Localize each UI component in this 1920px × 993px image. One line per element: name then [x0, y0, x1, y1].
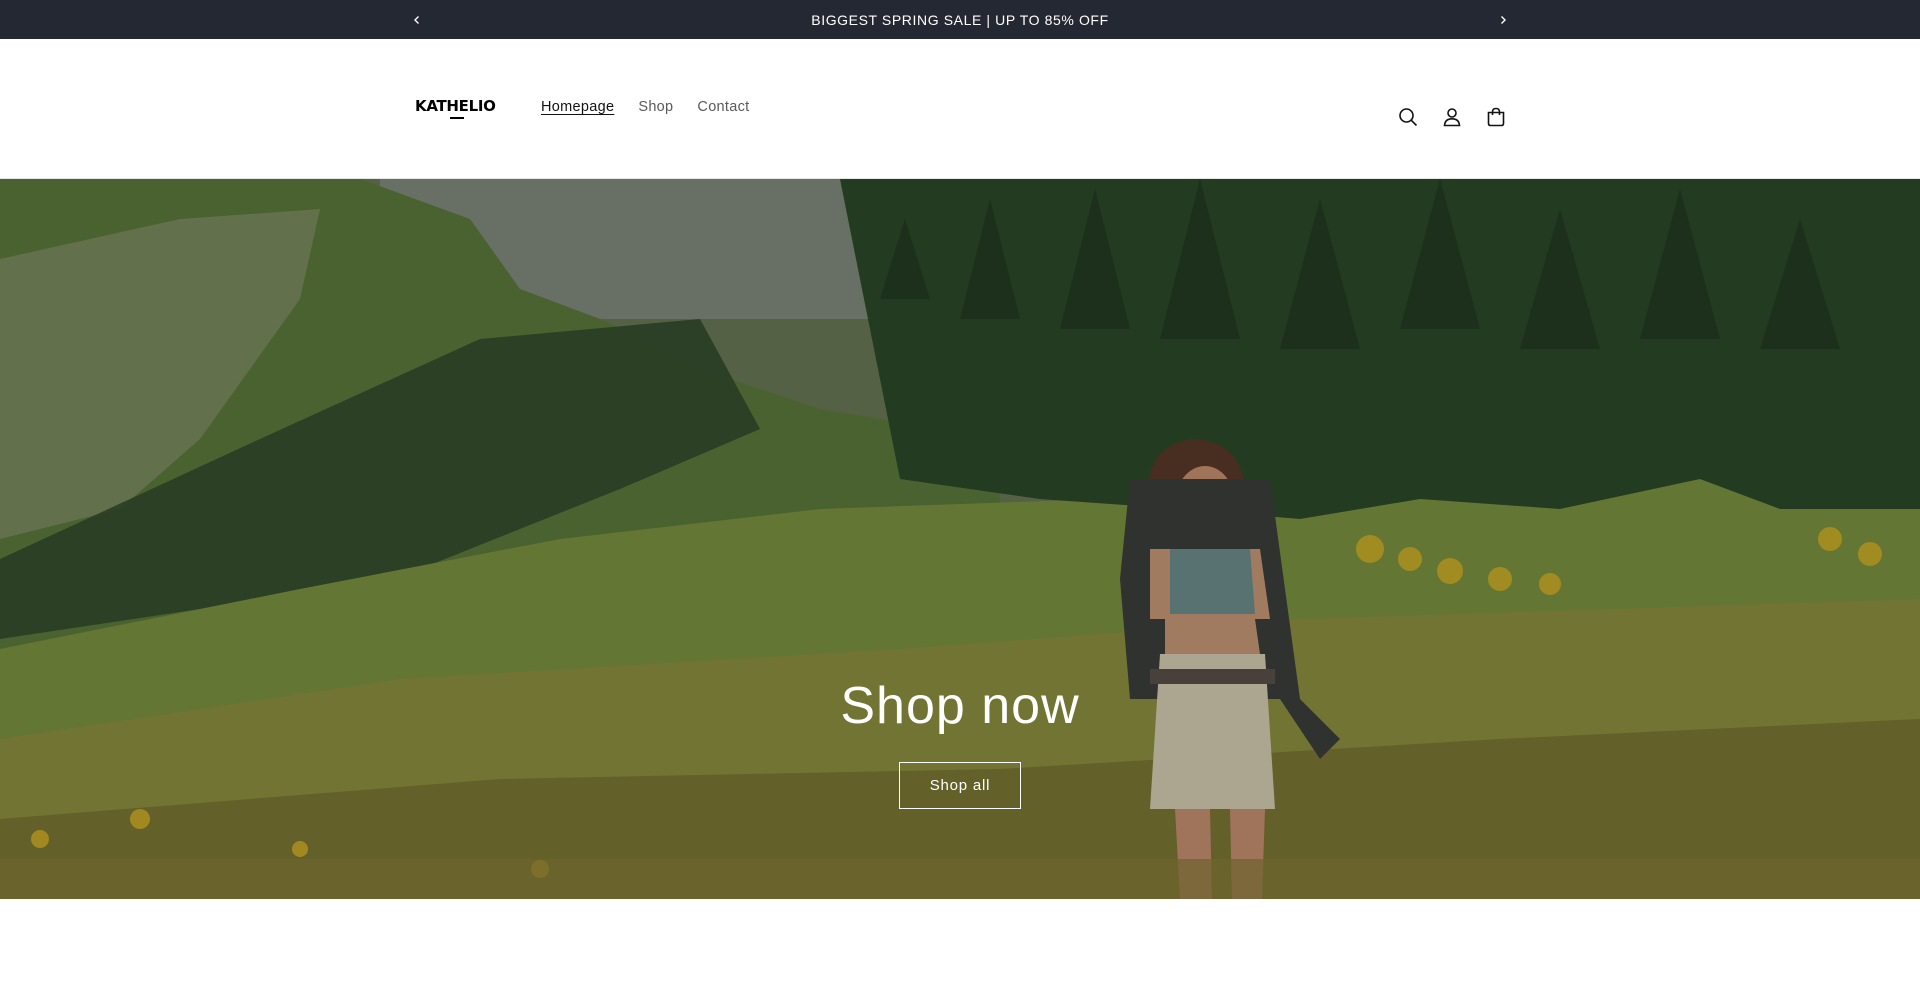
- search-button[interactable]: [1386, 95, 1430, 139]
- site-header: KATHELIO Homepage Shop Contact: [0, 39, 1920, 179]
- announcement-prev-button[interactable]: [397, 0, 437, 39]
- chevron-left-icon: [414, 15, 419, 24]
- header-icons: [1386, 95, 1518, 139]
- announcement-next-button[interactable]: [1483, 0, 1523, 39]
- cart-icon: [1487, 107, 1505, 127]
- hero-title: Shop now: [840, 677, 1080, 735]
- hero-banner: Shop now Shop all: [0, 179, 1920, 899]
- cart-button[interactable]: [1474, 95, 1518, 139]
- account-button[interactable]: [1430, 95, 1474, 139]
- shop-all-button[interactable]: Shop all: [899, 762, 1021, 809]
- nav-item-shop[interactable]: Shop: [626, 99, 685, 115]
- account-icon: [1443, 108, 1461, 127]
- logo-underline: [450, 117, 464, 119]
- chevron-right-icon: [1501, 15, 1506, 24]
- announcement-text: BIGGEST SPRING SALE | UP TO 85% OFF: [811, 11, 1109, 28]
- site-logo[interactable]: KATHELIO: [415, 97, 496, 117]
- nav-item-contact[interactable]: Contact: [685, 99, 761, 115]
- main-nav: Homepage Shop Contact: [529, 99, 762, 115]
- announcement-bar: BIGGEST SPRING SALE | UP TO 85% OFF: [0, 0, 1920, 39]
- search-icon: [1399, 108, 1418, 127]
- nav-item-homepage[interactable]: Homepage: [529, 99, 626, 115]
